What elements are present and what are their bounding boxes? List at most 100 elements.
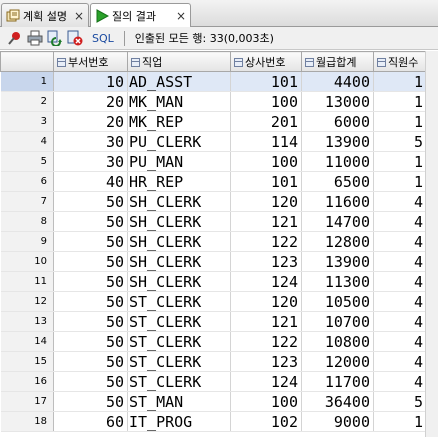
row-number-cell[interactable]: 18	[0, 411, 54, 432]
job-cell[interactable]: ST_MAN	[127, 391, 231, 412]
job-cell[interactable]: ST_CLERK	[127, 311, 231, 332]
sql-button[interactable]: SQL	[92, 32, 114, 45]
column-header-manager-no[interactable]: 상사번호	[230, 51, 302, 72]
close-icon[interactable]: ×	[176, 9, 186, 23]
employee-count-cell[interactable]: 1	[373, 171, 427, 192]
table-row[interactable]: 10 50 SH_CLERK 123 13900 4	[0, 251, 427, 272]
manager-no-cell[interactable]: 121	[230, 211, 302, 232]
table-row[interactable]: 7 50 SH_CLERK 120 11600 4	[0, 191, 427, 212]
job-cell[interactable]: ST_CLERK	[127, 291, 231, 312]
dept-no-cell[interactable]: 20	[53, 91, 128, 112]
table-row[interactable]: 2 20 MK_MAN 100 13000 1	[0, 91, 427, 112]
salary-sum-cell[interactable]: 10700	[301, 311, 374, 332]
row-number-header[interactable]	[0, 51, 54, 72]
manager-no-cell[interactable]: 123	[230, 251, 302, 272]
salary-sum-cell[interactable]: 36400	[301, 391, 374, 412]
tab-explain-plan[interactable]: 계획 설명 ×	[1, 3, 89, 27]
dept-no-cell[interactable]: 50	[53, 251, 128, 272]
table-row[interactable]: 13 50 ST_CLERK 121 10700 4	[0, 311, 427, 332]
salary-sum-cell[interactable]: 9000	[301, 411, 374, 432]
dept-no-cell[interactable]: 50	[53, 231, 128, 252]
dept-no-cell[interactable]: 20	[53, 111, 128, 132]
job-cell[interactable]: MK_MAN	[127, 91, 231, 112]
employee-count-cell[interactable]: 4	[373, 351, 427, 372]
table-row[interactable]: 5 30 PU_MAN 100 11000 1	[0, 151, 427, 172]
manager-no-cell[interactable]: 124	[230, 371, 302, 392]
row-number-cell[interactable]: 8	[0, 211, 54, 232]
employee-count-cell[interactable]: 4	[373, 311, 427, 332]
dept-no-cell[interactable]: 50	[53, 351, 128, 372]
table-row[interactable]: 15 50 ST_CLERK 123 12000 4	[0, 351, 427, 372]
dept-no-cell[interactable]: 50	[53, 331, 128, 352]
tab-query-result[interactable]: 질의 결과 ×	[90, 3, 191, 28]
row-number-cell[interactable]: 12	[0, 291, 54, 312]
dept-no-cell[interactable]: 50	[53, 371, 128, 392]
manager-no-cell[interactable]: 123	[230, 351, 302, 372]
manager-no-cell[interactable]: 120	[230, 291, 302, 312]
row-number-cell[interactable]: 3	[0, 111, 54, 132]
column-header-employee-count[interactable]: 직원수	[373, 51, 427, 72]
table-row[interactable]: 8 50 SH_CLERK 121 14700 4	[0, 211, 427, 232]
row-number-cell[interactable]: 5	[0, 151, 54, 172]
table-row[interactable]: 4 30 PU_CLERK 114 13900 5	[0, 131, 427, 152]
employee-count-cell[interactable]: 1	[373, 411, 427, 432]
job-cell[interactable]: SH_CLERK	[127, 271, 231, 292]
employee-count-cell[interactable]: 4	[373, 331, 427, 352]
manager-no-cell[interactable]: 100	[230, 151, 302, 172]
vertical-scrollbar[interactable]	[425, 51, 438, 437]
row-number-cell[interactable]: 15	[0, 351, 54, 372]
salary-sum-cell[interactable]: 14700	[301, 211, 374, 232]
employee-count-cell[interactable]: 4	[373, 291, 427, 312]
close-icon[interactable]: ×	[74, 9, 84, 23]
table-row[interactable]: 18 60 IT_PROG 102 9000 1	[0, 411, 427, 432]
salary-sum-cell[interactable]: 12000	[301, 351, 374, 372]
job-cell[interactable]: ST_CLERK	[127, 331, 231, 352]
row-number-cell[interactable]: 9	[0, 231, 54, 252]
dept-no-cell[interactable]: 30	[53, 131, 128, 152]
salary-sum-cell[interactable]: 6500	[301, 171, 374, 192]
employee-count-cell[interactable]: 4	[373, 231, 427, 252]
salary-sum-cell[interactable]: 10500	[301, 291, 374, 312]
manager-no-cell[interactable]: 101	[230, 171, 302, 192]
dept-no-cell[interactable]: 10	[53, 71, 128, 92]
job-cell[interactable]: IT_PROG	[127, 411, 231, 432]
column-header-dept-no[interactable]: 부서번호	[53, 51, 128, 72]
employee-count-cell[interactable]: 1	[373, 71, 427, 92]
manager-no-cell[interactable]: 201	[230, 111, 302, 132]
salary-sum-cell[interactable]: 13900	[301, 251, 374, 272]
salary-sum-cell[interactable]: 4400	[301, 71, 374, 92]
job-cell[interactable]: PU_MAN	[127, 151, 231, 172]
table-row[interactable]: 1 10 AD_ASST 101 4400 1	[0, 71, 427, 92]
row-number-cell[interactable]: 17	[0, 391, 54, 412]
job-cell[interactable]: HR_REP	[127, 171, 231, 192]
salary-sum-cell[interactable]: 13000	[301, 91, 374, 112]
table-row[interactable]: 11 50 SH_CLERK 124 11300 4	[0, 271, 427, 292]
dept-no-cell[interactable]: 50	[53, 391, 128, 412]
dept-no-cell[interactable]: 50	[53, 271, 128, 292]
employee-count-cell[interactable]: 1	[373, 91, 427, 112]
manager-no-cell[interactable]: 122	[230, 331, 302, 352]
row-number-cell[interactable]: 10	[0, 251, 54, 272]
row-number-cell[interactable]: 14	[0, 331, 54, 352]
print-icon[interactable]	[26, 29, 44, 47]
salary-sum-cell[interactable]: 11300	[301, 271, 374, 292]
dept-no-cell[interactable]: 40	[53, 171, 128, 192]
table-row[interactable]: 3 20 MK_REP 201 6000 1	[0, 111, 427, 132]
employee-count-cell[interactable]: 5	[373, 131, 427, 152]
row-number-cell[interactable]: 13	[0, 311, 54, 332]
salary-sum-cell[interactable]: 6000	[301, 111, 374, 132]
table-row[interactable]: 9 50 SH_CLERK 122 12800 4	[0, 231, 427, 252]
job-cell[interactable]: MK_REP	[127, 111, 231, 132]
dept-no-cell[interactable]: 60	[53, 411, 128, 432]
job-cell[interactable]: SH_CLERK	[127, 231, 231, 252]
refresh-icon[interactable]	[46, 29, 64, 47]
dept-no-cell[interactable]: 50	[53, 191, 128, 212]
employee-count-cell[interactable]: 4	[373, 191, 427, 212]
manager-no-cell[interactable]: 102	[230, 411, 302, 432]
salary-sum-cell[interactable]: 10800	[301, 331, 374, 352]
column-header-job[interactable]: 직업	[127, 51, 231, 72]
job-cell[interactable]: PU_CLERK	[127, 131, 231, 152]
job-cell[interactable]: AD_ASST	[127, 71, 231, 92]
employee-count-cell[interactable]: 4	[373, 251, 427, 272]
column-header-salary-sum[interactable]: 월급합계	[301, 51, 374, 72]
